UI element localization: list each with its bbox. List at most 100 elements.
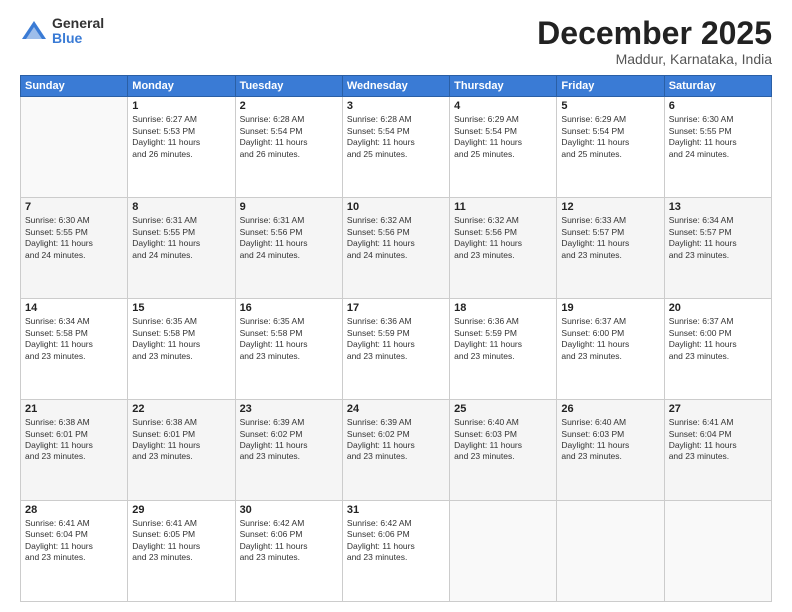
day-number: 17 [347, 302, 445, 314]
day-number: 16 [240, 302, 338, 314]
day-info: Sunrise: 6:27 AM Sunset: 5:53 PM Dayligh… [132, 114, 230, 160]
day-info: Sunrise: 6:41 AM Sunset: 6:04 PM Dayligh… [669, 417, 767, 463]
day-number: 25 [454, 403, 552, 415]
day-info: Sunrise: 6:39 AM Sunset: 6:02 PM Dayligh… [347, 417, 445, 463]
calendar-cell: 25 Sunrise: 6:40 AM Sunset: 6:03 PM Dayli… [450, 400, 557, 501]
day-info: Sunrise: 6:31 AM Sunset: 5:56 PM Dayligh… [240, 215, 338, 261]
calendar-cell: 4 Sunrise: 6:29 AM Sunset: 5:54 PM Daylig… [450, 97, 557, 198]
day-number: 30 [240, 504, 338, 516]
day-number: 6 [669, 100, 767, 112]
logo-blue: Blue [52, 31, 104, 46]
day-info: Sunrise: 6:42 AM Sunset: 6:06 PM Dayligh… [347, 518, 445, 564]
week-row-4: 28 Sunrise: 6:41 AM Sunset: 6:04 PM Dayli… [21, 501, 772, 602]
calendar-cell: 31Sunrise: 6:42 AM Sunset: 6:06 PM Dayli… [342, 501, 449, 602]
weekday-header-sunday: Sunday [21, 76, 128, 97]
day-number: 8 [132, 201, 230, 213]
month-title: December 2025 [537, 16, 772, 51]
calendar-cell [450, 501, 557, 602]
day-info: Sunrise: 6:35 AM Sunset: 5:58 PM Dayligh… [132, 316, 230, 362]
day-number: 14 [25, 302, 123, 314]
calendar-cell: 23 Sunrise: 6:39 AM Sunset: 6:02 PM Dayli… [235, 400, 342, 501]
calendar-cell: 1 Sunrise: 6:27 AM Sunset: 5:53 PM Daylig… [128, 97, 235, 198]
calendar-cell: 19Sunrise: 6:37 AM Sunset: 6:00 PM Dayli… [557, 299, 664, 400]
calendar-cell: 9 Sunrise: 6:31 AM Sunset: 5:56 PM Daylig… [235, 198, 342, 299]
calendar-cell: 5 Sunrise: 6:29 AM Sunset: 5:54 PM Daylig… [557, 97, 664, 198]
day-info: Sunrise: 6:38 AM Sunset: 6:01 PM Dayligh… [25, 417, 123, 463]
calendar-cell: 3 Sunrise: 6:28 AM Sunset: 5:54 PM Daylig… [342, 97, 449, 198]
calendar-cell [664, 501, 771, 602]
day-number: 23 [240, 403, 338, 415]
day-number: 1 [132, 100, 230, 112]
week-row-2: 14Sunrise: 6:34 AM Sunset: 5:58 PM Dayli… [21, 299, 772, 400]
day-info: Sunrise: 6:28 AM Sunset: 5:54 PM Dayligh… [347, 114, 445, 160]
day-number: 4 [454, 100, 552, 112]
weekday-header-wednesday: Wednesday [342, 76, 449, 97]
day-number: 3 [347, 100, 445, 112]
day-info: Sunrise: 6:39 AM Sunset: 6:02 PM Dayligh… [240, 417, 338, 463]
day-info: Sunrise: 6:29 AM Sunset: 5:54 PM Dayligh… [454, 114, 552, 160]
day-info: Sunrise: 6:29 AM Sunset: 5:54 PM Dayligh… [561, 114, 659, 160]
week-row-1: 7 Sunrise: 6:30 AM Sunset: 5:55 PM Daylig… [21, 198, 772, 299]
calendar-cell [557, 501, 664, 602]
logo-text: General Blue [52, 16, 104, 47]
day-info: Sunrise: 6:41 AM Sunset: 6:04 PM Dayligh… [25, 518, 123, 564]
week-row-0: 1 Sunrise: 6:27 AM Sunset: 5:53 PM Daylig… [21, 97, 772, 198]
calendar-cell: 12Sunrise: 6:33 AM Sunset: 5:57 PM Dayli… [557, 198, 664, 299]
calendar-cell: 26 Sunrise: 6:40 AM Sunset: 6:03 PM Dayli… [557, 400, 664, 501]
calendar-cell: 27 Sunrise: 6:41 AM Sunset: 6:04 PM Dayli… [664, 400, 771, 501]
day-number: 7 [25, 201, 123, 213]
day-number: 13 [669, 201, 767, 213]
day-info: Sunrise: 6:35 AM Sunset: 5:58 PM Dayligh… [240, 316, 338, 362]
calendar-cell: 21 Sunrise: 6:38 AM Sunset: 6:01 PM Dayli… [21, 400, 128, 501]
day-number: 28 [25, 504, 123, 516]
day-number: 26 [561, 403, 659, 415]
calendar-cell: 13 Sunrise: 6:34 AM Sunset: 5:57 PM Dayli… [664, 198, 771, 299]
calendar-cell: 29Sunrise: 6:41 AM Sunset: 6:05 PM Dayli… [128, 501, 235, 602]
calendar-cell: 11Sunrise: 6:32 AM Sunset: 5:56 PM Dayli… [450, 198, 557, 299]
day-info: Sunrise: 6:32 AM Sunset: 5:56 PM Dayligh… [347, 215, 445, 261]
calendar-cell: 30 Sunrise: 6:42 AM Sunset: 6:06 PM Dayli… [235, 501, 342, 602]
day-info: Sunrise: 6:36 AM Sunset: 5:59 PM Dayligh… [347, 316, 445, 362]
day-number: 18 [454, 302, 552, 314]
day-number: 27 [669, 403, 767, 415]
day-info: Sunrise: 6:30 AM Sunset: 5:55 PM Dayligh… [669, 114, 767, 160]
calendar-cell: 14Sunrise: 6:34 AM Sunset: 5:58 PM Dayli… [21, 299, 128, 400]
day-info: Sunrise: 6:31 AM Sunset: 5:55 PM Dayligh… [132, 215, 230, 261]
calendar-cell: 24 Sunrise: 6:39 AM Sunset: 6:02 PM Dayli… [342, 400, 449, 501]
calendar-cell: 18Sunrise: 6:36 AM Sunset: 5:59 PM Dayli… [450, 299, 557, 400]
day-number: 15 [132, 302, 230, 314]
logo: General Blue [20, 16, 104, 47]
calendar-cell: 10 Sunrise: 6:32 AM Sunset: 5:56 PM Dayli… [342, 198, 449, 299]
logo-icon [20, 17, 48, 45]
weekday-header-row: SundayMondayTuesdayWednesdayThursdayFrid… [21, 76, 772, 97]
day-number: 24 [347, 403, 445, 415]
calendar-cell: 2Sunrise: 6:28 AM Sunset: 5:54 PM Daylig… [235, 97, 342, 198]
day-info: Sunrise: 6:40 AM Sunset: 6:03 PM Dayligh… [561, 417, 659, 463]
day-info: Sunrise: 6:41 AM Sunset: 6:05 PM Dayligh… [132, 518, 230, 564]
calendar-cell: 15 Sunrise: 6:35 AM Sunset: 5:58 PM Dayli… [128, 299, 235, 400]
day-number: 10 [347, 201, 445, 213]
day-info: Sunrise: 6:37 AM Sunset: 6:00 PM Dayligh… [561, 316, 659, 362]
weekday-header-friday: Friday [557, 76, 664, 97]
day-number: 2 [240, 100, 338, 112]
day-info: Sunrise: 6:40 AM Sunset: 6:03 PM Dayligh… [454, 417, 552, 463]
day-info: Sunrise: 6:33 AM Sunset: 5:57 PM Dayligh… [561, 215, 659, 261]
day-number: 11 [454, 201, 552, 213]
day-info: Sunrise: 6:38 AM Sunset: 6:01 PM Dayligh… [132, 417, 230, 463]
calendar-cell: 7 Sunrise: 6:30 AM Sunset: 5:55 PM Daylig… [21, 198, 128, 299]
calendar-cell: 22 Sunrise: 6:38 AM Sunset: 6:01 PM Dayli… [128, 400, 235, 501]
day-number: 22 [132, 403, 230, 415]
week-row-3: 21 Sunrise: 6:38 AM Sunset: 6:01 PM Dayli… [21, 400, 772, 501]
location: Maddur, Karnataka, India [537, 51, 772, 67]
calendar-cell: 28 Sunrise: 6:41 AM Sunset: 6:04 PM Dayli… [21, 501, 128, 602]
day-number: 21 [25, 403, 123, 415]
day-number: 9 [240, 201, 338, 213]
calendar-cell: 6 Sunrise: 6:30 AM Sunset: 5:55 PM Daylig… [664, 97, 771, 198]
day-info: Sunrise: 6:30 AM Sunset: 5:55 PM Dayligh… [25, 215, 123, 261]
day-info: Sunrise: 6:42 AM Sunset: 6:06 PM Dayligh… [240, 518, 338, 564]
day-info: Sunrise: 6:34 AM Sunset: 5:57 PM Dayligh… [669, 215, 767, 261]
day-number: 5 [561, 100, 659, 112]
weekday-header-tuesday: Tuesday [235, 76, 342, 97]
weekday-header-saturday: Saturday [664, 76, 771, 97]
calendar-cell: 20Sunrise: 6:37 AM Sunset: 6:00 PM Dayli… [664, 299, 771, 400]
